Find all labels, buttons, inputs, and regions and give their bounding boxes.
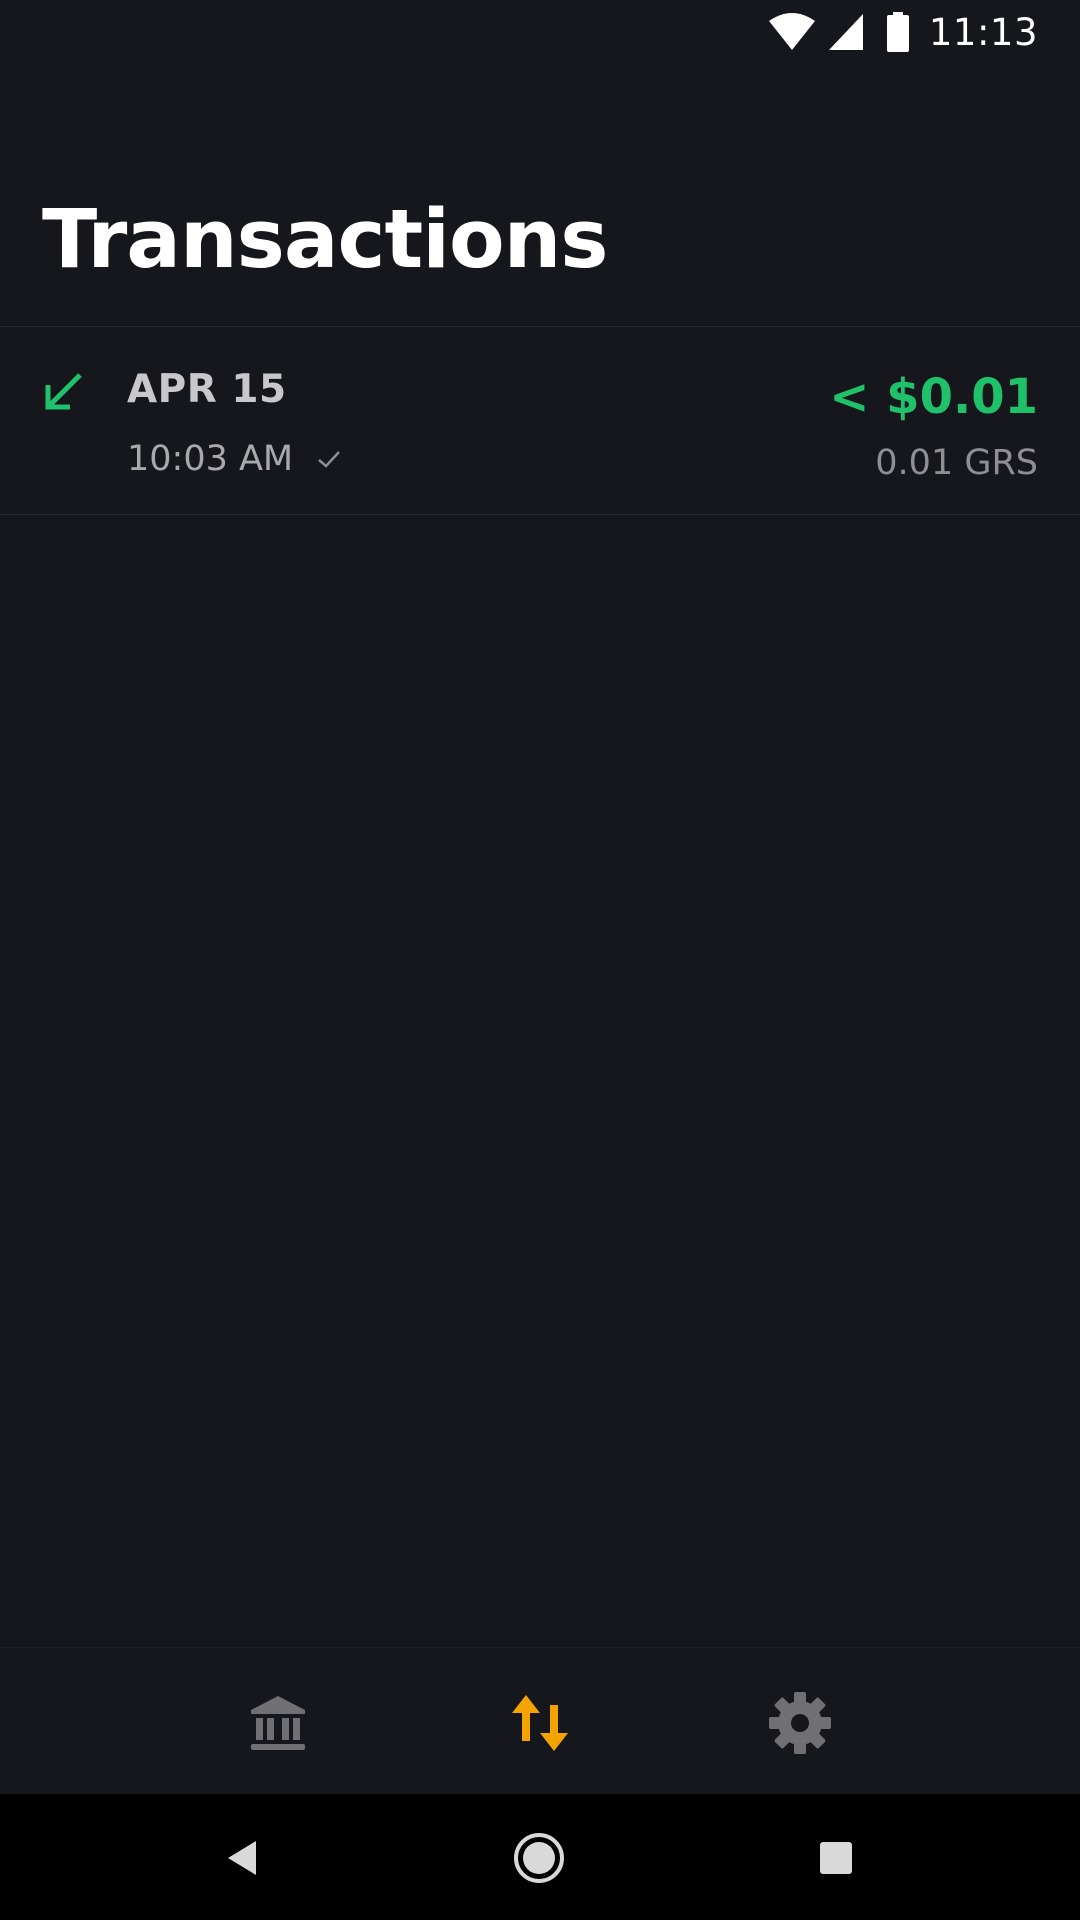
page-title: Transactions: [42, 193, 609, 287]
check-icon: [318, 451, 341, 468]
gear-icon: [769, 1692, 831, 1754]
system-home-button[interactable]: [511, 1830, 567, 1886]
system-back-button[interactable]: [214, 1830, 270, 1886]
transfer-arrows-icon: [512, 1695, 568, 1751]
recents-icon: [820, 1842, 852, 1874]
bank-icon: [251, 1696, 305, 1750]
system-recents-button[interactable]: [808, 1830, 864, 1886]
transaction-row[interactable]: APR 15 10:03 AM < $0.01 0.01 GRS: [0, 327, 1080, 514]
nav-transactions-button[interactable]: [505, 1688, 575, 1758]
transaction-fiat-amount: < $0.01: [829, 369, 1038, 425]
nav-wallet-button[interactable]: [243, 1688, 313, 1758]
arrow-down-left-icon: [45, 373, 82, 410]
transaction-time-row: 10:03 AM: [127, 439, 343, 479]
transactions-screen: 11:13 Transactions APR 15 10:03 AM < $0.…: [0, 0, 1080, 1920]
status-bar: 11:13: [0, 0, 1080, 64]
wifi-icon: [768, 13, 815, 50]
system-navigation-bar: [0, 1794, 1080, 1920]
transaction-date: APR 15: [127, 367, 287, 412]
back-icon: [228, 1841, 256, 1875]
signal-icon: [828, 14, 863, 50]
bottom-navigation: [0, 1647, 1080, 1794]
status-clock: 11:13: [928, 10, 1038, 54]
divider: [0, 514, 1080, 515]
transaction-crypto-amount: 0.01 GRS: [875, 443, 1038, 483]
nav-settings-button[interactable]: [765, 1688, 835, 1758]
home-icon: [514, 1833, 564, 1883]
battery-icon: [886, 12, 909, 52]
status-icons: 11:13: [768, 10, 1038, 54]
transaction-time: 10:03 AM: [127, 439, 294, 479]
